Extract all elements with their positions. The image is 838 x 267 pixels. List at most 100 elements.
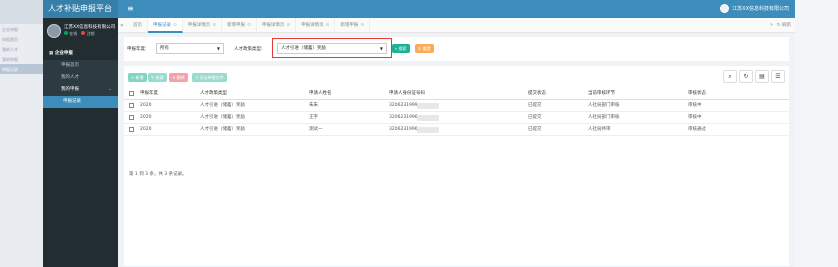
cell-policy-type: 人才引进（储蓄）奖励: [200, 127, 245, 132]
row-checkbox[interactable]: [129, 103, 134, 108]
sidebar-item-my-application[interactable]: 我的申报 ⌄: [43, 84, 118, 96]
delete-button[interactable]: ✕ 删除: [169, 73, 188, 82]
cell-year: 2020: [140, 127, 152, 132]
column-header[interactable]: 申请人姓名: [309, 88, 332, 100]
search-icon: ⌕: [395, 46, 398, 51]
download-icon: ⇩: [195, 75, 199, 80]
header-user[interactable]: 江苏XX信息科技有限公司: [720, 4, 789, 13]
cell-review-step: 人社局终审: [588, 127, 611, 132]
reset-button[interactable]: ↻ 重置: [415, 44, 434, 53]
search-toggle-icon[interactable]: ⌕: [723, 70, 737, 83]
sidebar-item-my-talent[interactable]: 我的人才: [43, 72, 118, 84]
sidebar-section-enterprise[interactable]: ▦ 企业申报: [43, 48, 118, 60]
tab-detail[interactable]: 申报详情页 ⊙: [183, 18, 223, 33]
sidebar-item-home[interactable]: 申报首页: [43, 60, 118, 72]
cell-id-number: 3206231999: [389, 103, 418, 108]
tab-new[interactable]: 新增申报 ⊙: [222, 18, 257, 33]
cell-review-step: 人社局部门审核: [588, 115, 620, 120]
redaction-blur: [417, 115, 439, 121]
table-row[interactable]: 2020 人才引进（储蓄）奖励 测试一 3206231996 已提交 人社局终审…: [124, 124, 789, 136]
logout-link[interactable]: 注销: [81, 31, 95, 37]
cell-policy-type: 人才引进（储蓄）奖励: [200, 115, 245, 120]
column-header[interactable]: 审核状态: [688, 88, 706, 100]
chevron-down-icon: ⌄: [108, 87, 112, 92]
year-select[interactable]: 所有 ▼: [156, 43, 224, 54]
table-panel: + 新增 ✎ 修改 ✕ 删除 ⇩ 导出申报文件 ⌕ ↻ ▤ ☰ 申报年度 人才政…: [124, 66, 789, 266]
edit-icon: ✎: [151, 75, 155, 80]
column-header[interactable]: 申报年度: [140, 88, 158, 100]
refresh-icon[interactable]: ↻: [739, 70, 753, 83]
column-header[interactable]: 提交状态: [528, 88, 546, 100]
tab-detail[interactable]: 申报详情页 ⊙: [296, 18, 336, 33]
background-menu-item: 企业申报: [2, 27, 18, 32]
close-icon[interactable]: ⊙: [247, 23, 251, 28]
column-header[interactable]: 人才政策类型: [200, 88, 227, 100]
sidebar-item-records[interactable]: 申报记录: [43, 96, 118, 108]
view-toggle-icon[interactable]: ▤: [755, 70, 769, 83]
cell-review-status: 审核中: [688, 115, 702, 120]
background-page-right: [795, 0, 838, 267]
refresh-tab-button[interactable]: ↻ 刷新: [777, 22, 791, 28]
cell-applicant-name: 王宇: [309, 115, 318, 120]
logout-dot-icon: [81, 31, 86, 35]
cell-review-step: 人社局部门审核: [588, 103, 620, 108]
refresh-icon: ↻: [418, 46, 422, 51]
app-title[interactable]: 人才补贴申报平台: [43, 0, 118, 18]
cell-applicant-name: 测试一: [309, 127, 323, 132]
tabs: 首页 申报记录 ⊙ 申报详情页 ⊙ 新增申报 ⊙ 申报详情页 ⊙ 申报详情页 ⊙ 新增申报…: [128, 18, 371, 33]
tab-scroll-right-icon[interactable]: »: [770, 22, 773, 28]
add-button[interactable]: + 新增: [128, 73, 147, 82]
cell-submit-status: 已提交: [528, 127, 542, 132]
tab-new[interactable]: 新增申报 ⊙: [335, 18, 371, 33]
background-menu-item: 我的人才: [2, 47, 18, 52]
tab-records[interactable]: 申报记录 ⊙: [148, 18, 183, 33]
column-header[interactable]: 申请人身份证号码: [389, 88, 425, 100]
avatar: [47, 24, 61, 38]
edit-button[interactable]: ✎ 修改: [148, 73, 167, 82]
tab-detail[interactable]: 申报详情页 ⊙: [257, 18, 297, 33]
cell-submit-status: 已提交: [528, 115, 542, 120]
company-name: 江苏XX信息科技有限公司: [732, 6, 789, 12]
cell-year: 2020: [140, 103, 152, 108]
cell-applicant-name: 朱朱: [309, 103, 318, 108]
close-icon[interactable]: ⊙: [173, 23, 177, 28]
close-icon[interactable]: ⊙: [360, 23, 364, 28]
policy-type-label: 人才政策类型:: [234, 47, 263, 52]
year-label: 申报年度:: [127, 47, 147, 52]
app-window: 人才补贴申报平台 ≡ 江苏XX信息科技有限公司 江苏XX信息科技有限公司 在线 …: [43, 0, 795, 267]
columns-menu-icon[interactable]: ☰: [771, 70, 785, 83]
row-checkbox[interactable]: [129, 127, 134, 132]
grid-icon: ▦: [49, 51, 54, 56]
online-status: 在线: [64, 31, 77, 37]
cell-submit-status: 已提交: [528, 103, 542, 108]
search-button[interactable]: ⌕ 搜索: [392, 44, 410, 53]
column-header[interactable]: 当前审核环节: [588, 88, 615, 100]
menu-toggle-icon[interactable]: ≡: [127, 5, 134, 13]
cell-policy-type: 人才引进（储蓄）奖励: [200, 103, 245, 108]
tab-scroll-left-icon[interactable]: «: [120, 22, 124, 29]
background-header: [0, 0, 43, 24]
close-icon[interactable]: ⊙: [326, 23, 330, 28]
main-content: « 首页 申报记录 ⊙ 申报详情页 ⊙ 新增申报 ⊙ 申报详情页 ⊙ 申报详情页 ⊙ 新增…: [118, 18, 795, 267]
user-status: 在线 注销: [64, 31, 95, 37]
background-menu-item: 我的申报: [2, 57, 18, 62]
table-row[interactable]: 2020 人才引进（储蓄）奖励 王宇 3206231996 已提交 人社局部门审…: [124, 112, 789, 124]
pagination-info: 第 1 到 3 条，共 3 条记录。: [129, 172, 187, 177]
chevron-down-icon: ▼: [216, 46, 220, 51]
close-icon[interactable]: ⊙: [286, 23, 290, 28]
select-all-checkbox[interactable]: [129, 91, 134, 96]
cell-id-number: 3206231996: [389, 127, 418, 132]
policy-type-select[interactable]: 人才引进（储蓄）奖励 ▼: [277, 43, 387, 54]
tab-home[interactable]: 首页: [128, 18, 148, 33]
table-row[interactable]: 2020 人才引进（储蓄）奖励 朱朱 3206231999 已提交 人社局部门审…: [124, 100, 789, 112]
chevron-down-icon: ▼: [379, 46, 383, 51]
export-button[interactable]: ⇩ 导出申报文件: [192, 73, 227, 82]
user-name: 江苏XX信息科技有限公司: [64, 25, 116, 30]
cell-id-number: 3206231996: [389, 115, 418, 120]
row-checkbox[interactable]: [129, 115, 134, 120]
close-icon[interactable]: ⊙: [212, 23, 216, 28]
redaction-blur: [417, 103, 439, 109]
search-filter-panel: 申报年度: 所有 ▼ 人才政策类型: 人才引进（储蓄）奖励 ▼ ⌕ 搜索 ↻ 重置: [124, 37, 789, 61]
redaction-blur: [417, 127, 439, 133]
background-menu-item: 申报首页: [2, 37, 18, 42]
